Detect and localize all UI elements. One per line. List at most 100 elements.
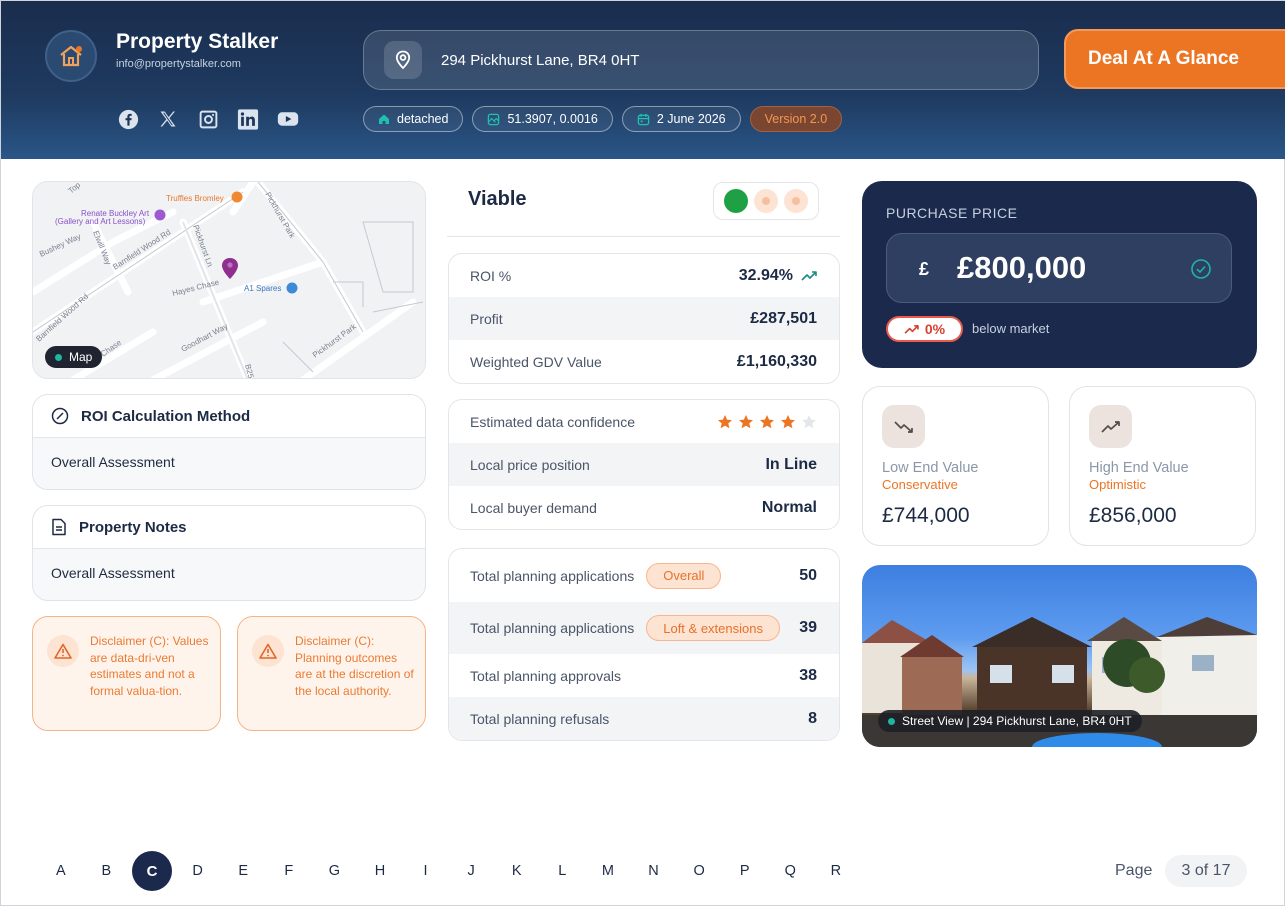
page-letter-a[interactable]: A — [38, 852, 84, 890]
map-badge-label: Map — [69, 350, 93, 364]
page-letter-j[interactable]: J — [448, 852, 494, 890]
page-letter-p[interactable]: P — [722, 852, 768, 890]
low-end-sub: Conservative — [882, 477, 958, 492]
planning-tag[interactable]: Loft & extensions — [646, 615, 780, 641]
roi-method-card[interactable]: ROI Calculation Method Overall Assessmen… — [32, 394, 426, 490]
restaurant-poi-icon[interactable] — [231, 191, 243, 203]
page-letter-o[interactable]: O — [676, 852, 722, 890]
disclaimer-planning-card: Disclaimer (C): Planning outcomes are at… — [237, 616, 426, 731]
map-card[interactable]: Barnfield Wood Rd Barnfield Wood Rd Elwi… — [32, 181, 426, 379]
date-chip: 2 June 2026 — [621, 106, 741, 132]
page-letter-i[interactable]: I — [403, 852, 449, 890]
property-notes-header[interactable]: Property Notes — [33, 506, 425, 549]
page-letter-h[interactable]: H — [357, 852, 403, 890]
property-notes-body: Overall Assessment — [51, 565, 175, 581]
star-filled-icon — [781, 414, 795, 428]
page-letter-c-active[interactable]: C — [129, 851, 175, 891]
market-delta-badge: 0% — [886, 316, 963, 342]
metric-label: Local price position — [470, 456, 590, 473]
page-letter-l[interactable]: L — [540, 852, 586, 890]
map-badge[interactable]: Map — [45, 346, 103, 368]
traffic-light-red — [784, 189, 808, 213]
header: Property Stalker info@propertystalker.co… — [1, 1, 1285, 159]
table-row: Total planning applications Loft & exten… — [449, 602, 839, 654]
low-end-amount: £744,000 — [882, 504, 970, 527]
deal-at-a-glance-button[interactable]: Deal At A Glance — [1064, 29, 1285, 89]
brand-email[interactable]: info@propertystalker.com — [116, 58, 241, 70]
page-letter-d[interactable]: D — [175, 852, 221, 890]
trend-up-icon — [801, 270, 817, 281]
coordinates-chip: 51.3907, 0.0016 — [472, 106, 613, 132]
document-icon — [52, 518, 66, 536]
high-end-sub: Optimistic — [1089, 477, 1147, 492]
trend-down-icon — [882, 405, 925, 448]
metric-value: £1,160,330 — [736, 352, 817, 370]
shop-poi-icon[interactable] — [286, 282, 298, 294]
youtube-icon[interactable] — [277, 108, 299, 130]
market-delta-value: 0% — [924, 321, 946, 337]
page-letter-b[interactable]: B — [84, 852, 130, 890]
metric-label: Weighted GDV Value — [470, 353, 602, 370]
property-notes-card[interactable]: Property Notes Overall Assessment — [32, 505, 426, 601]
page-letter-m[interactable]: M — [585, 852, 631, 890]
status-dot-icon — [888, 717, 895, 725]
street-view-label: Street View | 294 Pickhurst Lane, BR4 0H… — [902, 714, 1132, 728]
star-filled-icon — [718, 414, 732, 428]
metric-value: 39 — [799, 619, 817, 636]
page-letter-k[interactable]: K — [494, 852, 540, 890]
currency-symbol: £ — [919, 259, 930, 279]
page-letter-q[interactable]: Q — [768, 852, 814, 890]
star-filled-icon — [760, 414, 774, 428]
linkedin-icon[interactable] — [237, 108, 259, 130]
roi-method-header[interactable]: ROI Calculation Method — [33, 395, 425, 438]
purchase-price-field[interactable]: £ £800,000 — [886, 233, 1232, 303]
planning-table: Total planning applications Overall 50 T… — [448, 548, 840, 741]
confidence-rating — [717, 414, 817, 430]
address-text: 294 Pickhurst Lane, BR4 0HT — [441, 52, 640, 69]
warning-icon — [252, 635, 284, 667]
metric-value: Normal — [761, 498, 817, 516]
version-chip: Version 2.0 — [749, 106, 843, 132]
metric-label: Local buyer demand — [470, 499, 597, 516]
property-type-chip: detached — [363, 106, 464, 132]
star-filled-icon — [739, 414, 753, 428]
instagram-icon[interactable] — [197, 108, 219, 130]
street-view-card[interactable]: Street View | 294 Pickhurst Lane, BR4 0H… — [862, 565, 1257, 747]
purchase-price-card: PURCHASE PRICE £ £800,000 0% below marke… — [862, 181, 1257, 368]
page-letter-n[interactable]: N — [631, 852, 677, 890]
market-delta-text: below market — [972, 321, 1050, 336]
status-dot-icon — [55, 353, 62, 361]
x-icon[interactable] — [157, 108, 179, 130]
table-row: Total planning refusals 8 — [449, 697, 839, 740]
facebook-icon[interactable] — [117, 108, 139, 130]
home-logo-icon — [60, 45, 82, 67]
street-view-badge[interactable]: Street View | 294 Pickhurst Lane, BR4 0H… — [878, 710, 1142, 732]
planning-label-group: Total planning applications Overall — [470, 562, 722, 589]
low-end-value-card: Low End Value Conservative £744,000 — [862, 386, 1049, 546]
metric-value: £287,501 — [750, 309, 817, 327]
planning-tag[interactable]: Overall — [646, 562, 722, 589]
map-label-renate-sub: (Gallery and Art Lessons) — [55, 217, 146, 226]
table-row: Local price position In Line — [449, 443, 839, 486]
logo[interactable] — [45, 30, 97, 82]
date-label: 2 June 2026 — [656, 112, 726, 126]
roi-method-title: ROI Calculation Method — [81, 407, 251, 425]
address-search-bar[interactable]: 294 Pickhurst Lane, BR4 0HT — [363, 30, 1039, 90]
location-pin-icon — [384, 41, 422, 79]
map-label-a1-spares: A1 Spares — [244, 284, 281, 293]
page-count: 3 of 17 — [1165, 855, 1247, 887]
metric-label: Total planning applications — [470, 620, 635, 636]
star-empty-icon — [802, 414, 816, 428]
page-letter-g[interactable]: G — [312, 852, 358, 890]
table-row: Profit £287,501 — [449, 297, 839, 340]
property-type-label: detached — [397, 112, 449, 126]
letter-pagination: A B C D E F G H I J K L M N O P Q R — [38, 851, 859, 891]
metric-label: Total planning approvals — [470, 667, 621, 684]
divider — [447, 236, 840, 237]
page-letter-f[interactable]: F — [266, 852, 312, 890]
disclaimer-values-card: Disclaimer (C): Values are data-dri-ven … — [32, 616, 221, 731]
page-letter-e[interactable]: E — [220, 852, 266, 890]
gallery-poi-icon[interactable] — [154, 209, 166, 221]
page-letter-r[interactable]: R — [813, 852, 859, 890]
property-notes-title: Property Notes — [79, 518, 187, 536]
